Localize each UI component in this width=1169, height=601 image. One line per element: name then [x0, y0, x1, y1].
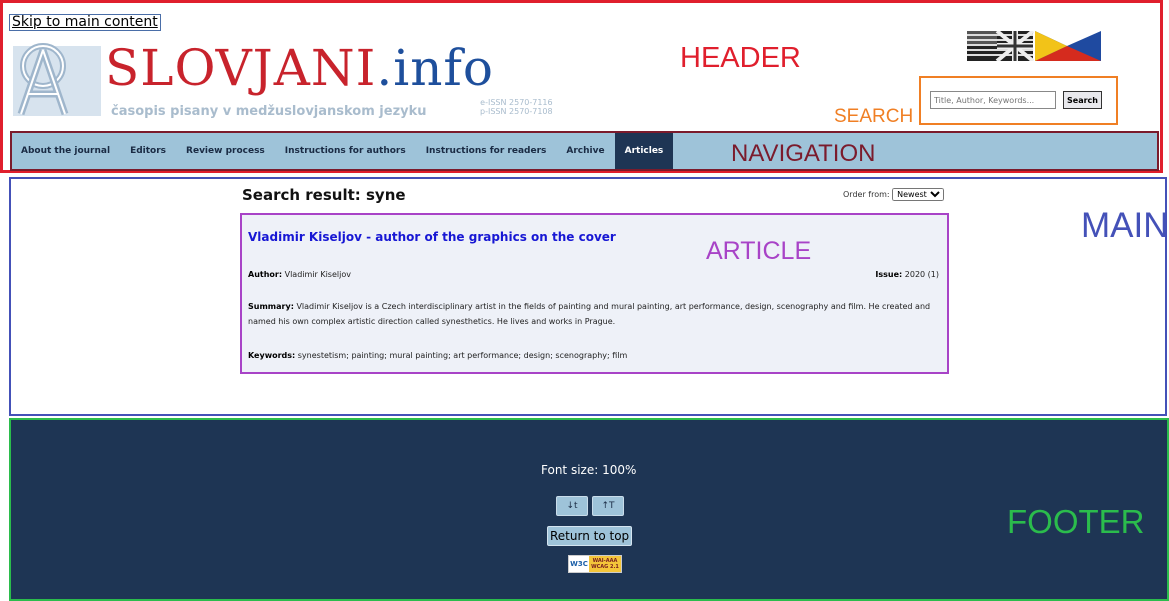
search-button[interactable]: Search	[1063, 91, 1102, 109]
main-navigation: About the journal Editors Review process…	[10, 131, 1159, 171]
order-label: Order from:	[843, 190, 890, 199]
summary-value: Vladimir Kiseljov is a Czech interdiscip…	[248, 302, 931, 326]
p-issn: p-ISSN 2570-7108	[480, 107, 553, 116]
wcag-level: WAI-AAA WCAG 2.1	[589, 556, 621, 572]
increase-font-button[interactable]: ↑T	[592, 496, 624, 516]
article-card: Vladimir Kiseljov - author of the graphi…	[240, 213, 949, 374]
article-issue: Issue: 2020 (1)	[875, 267, 939, 282]
summary-label: Summary:	[248, 302, 294, 311]
site-title-main: SLOVJANI	[105, 39, 377, 97]
nav-item-about[interactable]: About the journal	[12, 133, 120, 169]
article-title-link[interactable]: Vladimir Kiseljov - author of the graphi…	[248, 230, 616, 244]
nav-item-review-process[interactable]: Review process	[176, 133, 275, 169]
journal-logo-icon[interactable]	[13, 36, 101, 126]
nav-item-articles[interactable]: Articles	[614, 133, 674, 169]
search-input[interactable]	[930, 91, 1056, 109]
author-value: Vladimir Kiseljov	[284, 270, 351, 279]
article-author: Author: Vladimir Kiseljov	[248, 267, 351, 282]
nav-item-instructions-authors[interactable]: Instructions for authors	[275, 133, 416, 169]
article-annotation: ARTICLE	[706, 237, 812, 265]
nav-item-archive[interactable]: Archive	[556, 133, 614, 169]
search-annotation: SEARCH	[834, 106, 914, 127]
article-keywords: Keywords: synestetism; painting; mural p…	[248, 348, 627, 363]
issue-label: Issue:	[875, 270, 903, 279]
header-annotation: HEADER	[680, 42, 801, 74]
nav-item-editors[interactable]: Editors	[120, 133, 176, 169]
interslavic-flag-icon[interactable]	[1035, 31, 1101, 61]
main-annotation: MAIN	[1081, 206, 1169, 245]
w3c-logo: W3C	[569, 556, 589, 572]
wcag-badge-icon[interactable]: W3C WAI-AAA WCAG 2.1	[568, 555, 622, 573]
site-subtitle: časopis pisany v medžuslovjanskom jezyku	[111, 104, 427, 119]
wcag-label: WCAG 2.1	[591, 564, 619, 570]
decrease-font-button[interactable]: ↓t	[556, 496, 588, 516]
footer-annotation: FOOTER	[1007, 503, 1145, 540]
author-label: Author:	[248, 270, 283, 279]
return-to-top-button[interactable]: Return to top	[547, 526, 633, 546]
issue-value: 2020 (1)	[904, 270, 939, 279]
skip-to-main-link[interactable]: Skip to main content	[9, 14, 161, 31]
keywords-value: synestetism; painting; mural painting; a…	[297, 351, 628, 360]
site-title[interactable]: SLOVJANI.info	[105, 38, 494, 98]
issn-block: e-ISSN 2570-7116 p-ISSN 2570-7108	[480, 98, 553, 116]
font-size-indicator: Font size: 100%	[541, 463, 637, 477]
article-summary: Summary: Vladimir Kiseljov is a Czech in…	[248, 299, 938, 329]
order-select[interactable]: Newest	[892, 188, 945, 201]
e-issn: e-ISSN 2570-7116	[480, 98, 553, 107]
nav-item-instructions-readers[interactable]: Instructions for readers	[416, 133, 557, 169]
keywords-label: Keywords:	[248, 351, 296, 360]
english-flag-icon[interactable]	[967, 29, 1035, 63]
navigation-annotation: NAVIGATION	[731, 140, 876, 167]
search-form: Search	[919, 76, 1118, 125]
order-control: Order from: Newest	[843, 188, 945, 201]
search-result-heading: Search result: syne	[242, 186, 406, 204]
font-size-controls: ↓t ↑T	[556, 496, 624, 516]
language-switcher	[967, 29, 1101, 65]
site-title-tld: .info	[376, 39, 495, 97]
